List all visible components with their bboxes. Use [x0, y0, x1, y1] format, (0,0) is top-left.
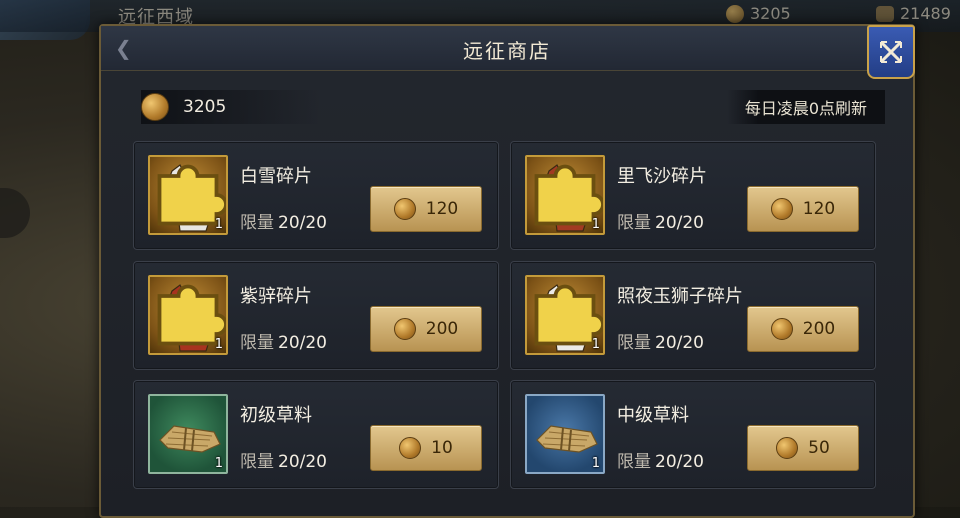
panel-header: ❮ 远征商店: [101, 26, 913, 71]
coin-icon: [393, 318, 416, 340]
buy-button[interactable]: 10: [370, 425, 482, 471]
coin-icon: [399, 437, 422, 459]
limit-label: 限量: [240, 333, 274, 353]
shop-title: 远征商店: [463, 39, 551, 63]
item-limit: 限量 20/20: [617, 328, 704, 353]
item-limit: 限量 20/20: [617, 208, 704, 233]
coin-icon: [726, 4, 744, 23]
limit-value: 20/20: [655, 213, 704, 233]
buy-button[interactable]: 200: [747, 306, 859, 352]
item-limit: 限量 20/20: [240, 447, 327, 472]
item-quantity: 1: [214, 217, 223, 232]
shop-item-card[interactable]: 1 里飞沙碎片限量 20/20 120: [510, 141, 876, 250]
background-coin-counter: 3205: [726, 4, 791, 23]
item-price: 10: [431, 438, 453, 458]
coin-icon: [141, 93, 169, 121]
shop-item-card[interactable]: 1 白雪碎片限量 20/20 120: [133, 141, 499, 250]
item-icon-frame[interactable]: 1: [148, 275, 228, 355]
refresh-notice: 每日凌晨0点刷新: [726, 90, 885, 124]
limit-value: 20/20: [655, 333, 704, 353]
item-price: 120: [802, 199, 836, 219]
item-icon-frame[interactable]: 1: [148, 155, 228, 235]
shop-item-card[interactable]: 1 中级草料限量 20/20 50: [510, 380, 876, 489]
item-name: 照夜玉狮子碎片: [617, 286, 743, 307]
limit-label: 限量: [617, 452, 651, 472]
item-price: 120: [425, 199, 459, 219]
limit-label: 限量: [617, 213, 651, 233]
item-limit: 限量 20/20: [617, 447, 704, 472]
shop-item-card[interactable]: 1 照夜玉狮子碎片 限量 20/20 200: [510, 261, 876, 370]
item-quantity: 1: [591, 337, 600, 352]
buy-button[interactable]: 50: [747, 425, 859, 471]
limit-value: 20/20: [278, 452, 327, 472]
item-price: 200: [425, 319, 459, 339]
item-quantity: 1: [591, 217, 600, 232]
coin-icon: [770, 318, 793, 340]
item-quantity: 1: [591, 456, 600, 471]
coin-balance: 3205: [141, 90, 321, 124]
limit-value: 20/20: [655, 452, 704, 472]
item-quantity: 1: [214, 456, 223, 471]
background-other-amount: 21489: [900, 4, 951, 23]
coin-icon: [393, 198, 416, 220]
shop-panel: ❮ 远征商店 3205 每日凌晨0点刷新 1 白雪碎片 限量 20/20 120 1 里飞沙…: [99, 24, 915, 518]
close-button[interactable]: [867, 25, 915, 79]
limit-label: 限量: [617, 333, 651, 353]
limit-label: 限量: [240, 452, 274, 472]
limit-label: 限量: [240, 213, 274, 233]
coin-icon: [776, 437, 799, 459]
background-coin-amount: 3205: [750, 4, 791, 23]
close-icon: [880, 41, 902, 63]
item-price: 200: [802, 319, 836, 339]
limit-value: 20/20: [278, 333, 327, 353]
background-other-counter: 21489: [876, 4, 951, 23]
item-price: 50: [808, 438, 830, 458]
coin-balance-amount: 3205: [183, 97, 227, 117]
item-name: 里飞沙碎片: [617, 166, 707, 187]
item-limit: 限量 20/20: [240, 208, 327, 233]
background-side-button: [0, 188, 30, 238]
buy-button[interactable]: 200: [370, 306, 482, 352]
buy-button[interactable]: 120: [370, 186, 482, 232]
coin-icon: [770, 198, 793, 220]
limit-value: 20/20: [278, 213, 327, 233]
buy-button[interactable]: 120: [747, 186, 859, 232]
resource-icon: [876, 5, 894, 22]
item-icon-frame[interactable]: 1: [525, 394, 605, 474]
item-limit: 限量 20/20: [240, 328, 327, 353]
item-name: 初级草料: [240, 405, 312, 426]
shop-item-card[interactable]: 1 初级草料限量 20/20 10: [133, 380, 499, 489]
shop-item-card[interactable]: 1 紫骍碎片限量 20/20 200: [133, 261, 499, 370]
item-icon-frame[interactable]: 1: [525, 155, 605, 235]
item-name: 紫骍碎片: [240, 286, 312, 307]
item-quantity: 1: [214, 337, 223, 352]
item-name: 白雪碎片: [240, 166, 312, 187]
item-icon-frame[interactable]: 1: [148, 394, 228, 474]
item-icon-frame[interactable]: 1: [525, 275, 605, 355]
item-name: 中级草料: [617, 405, 689, 426]
